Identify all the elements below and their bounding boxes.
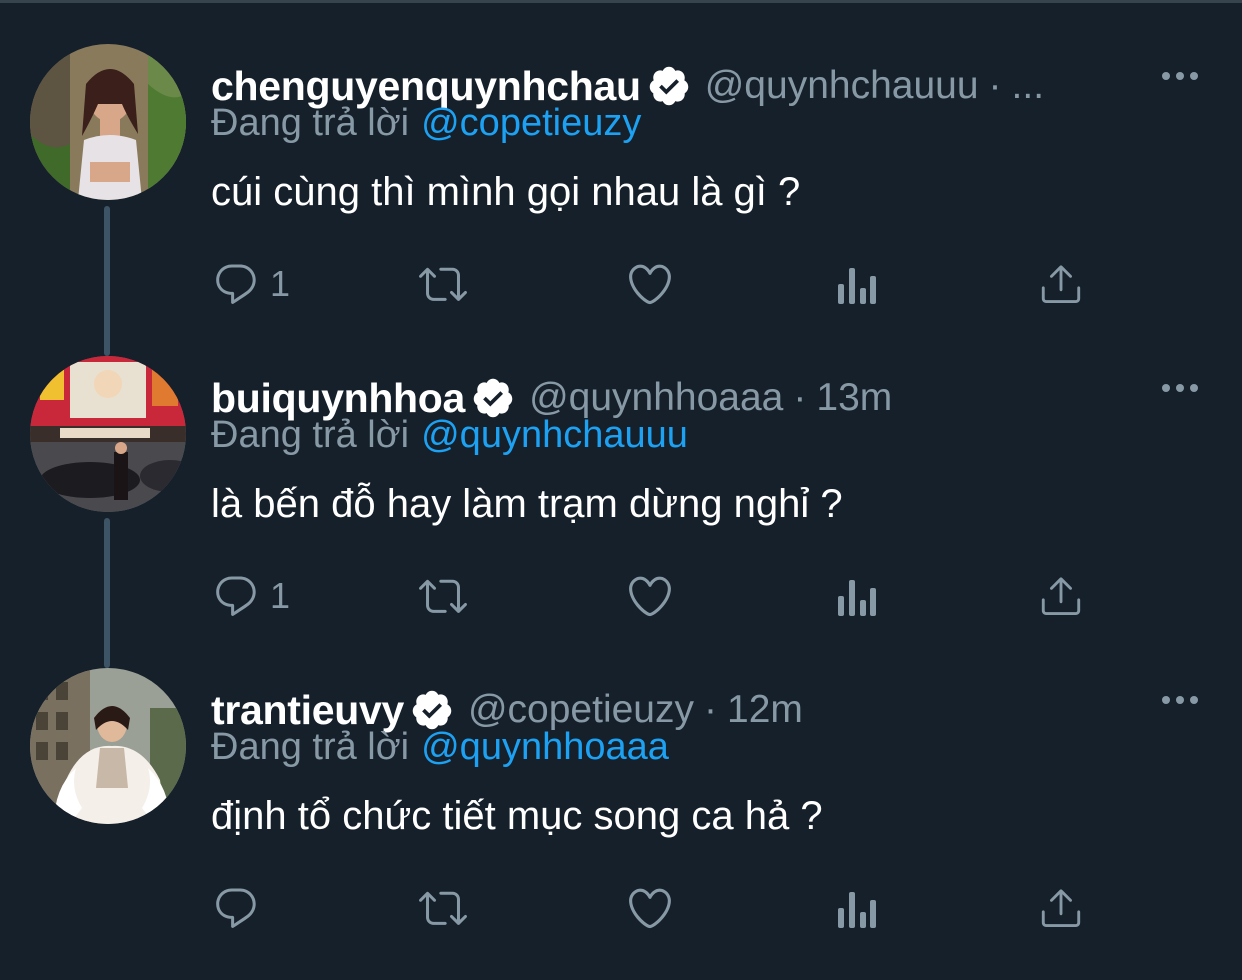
replying-to: Đang trả lời @quynhchauuu xyxy=(211,414,688,457)
reply-button[interactable]: 1 xyxy=(212,256,290,312)
reply-bubble-icon xyxy=(216,888,256,928)
tweet[interactable]: trantieuvy @copetieuzy · 12m Đang trả lờ… xyxy=(0,668,1242,980)
replying-to-label: Đang trả lời xyxy=(211,726,410,768)
heart-icon xyxy=(629,264,671,305)
reply-button[interactable]: 1 xyxy=(212,568,290,624)
tweet-actions: 1 xyxy=(0,568,1242,628)
timestamp[interactable]: ... xyxy=(1012,64,1045,108)
analytics-bars-icon xyxy=(838,268,876,304)
reply-button[interactable] xyxy=(212,880,270,936)
heart-icon xyxy=(629,576,671,617)
tweet-text: định tổ chức tiết mục song ca hả ? xyxy=(211,794,823,838)
reply-bubble-icon xyxy=(216,264,256,304)
retweet-icon xyxy=(419,267,467,301)
replying-to-handle[interactable]: @quynhchauuu xyxy=(421,414,688,456)
avatar[interactable] xyxy=(30,44,186,200)
reply-count: 1 xyxy=(270,575,291,616)
retweet-icon xyxy=(419,579,467,613)
top-divider xyxy=(0,0,1242,3)
more-dots-icon[interactable] xyxy=(1158,690,1202,710)
separator-dot: · xyxy=(704,688,717,731)
share-upload-icon xyxy=(1041,889,1081,928)
more-dots-icon[interactable] xyxy=(1158,66,1202,86)
like-button[interactable] xyxy=(625,256,675,312)
retweet-icon xyxy=(419,891,467,925)
like-button[interactable] xyxy=(625,568,675,624)
analytics-bars-icon xyxy=(838,892,876,928)
reply-count: 1 xyxy=(270,263,291,304)
share-button[interactable] xyxy=(1038,568,1084,624)
replying-to-handle[interactable]: @quynhhoaaa xyxy=(421,726,669,768)
tweet-actions xyxy=(0,880,1242,940)
more-dots-icon[interactable] xyxy=(1158,378,1202,398)
separator-dot: · xyxy=(793,376,807,419)
avatar[interactable] xyxy=(30,356,186,512)
verified-badge-icon xyxy=(647,64,691,108)
avatar[interactable] xyxy=(30,668,186,824)
analytics-button[interactable] xyxy=(834,880,878,936)
retweet-button[interactable] xyxy=(416,568,470,624)
tweet[interactable]: chenguyenquynhchau @quynhchauuu · ... Đa… xyxy=(0,44,1242,356)
like-button[interactable] xyxy=(625,880,675,936)
analytics-button[interactable] xyxy=(834,568,878,624)
analytics-button[interactable] xyxy=(834,256,878,312)
replying-to: Đang trả lời @copetieuzy xyxy=(211,102,641,145)
replying-to-handle[interactable]: @copetieuzy xyxy=(421,102,641,144)
share-button[interactable] xyxy=(1038,256,1084,312)
tweet[interactable]: buiquynhhoa @quynhhoaaa · 13m Đang trả l… xyxy=(0,356,1242,668)
retweet-button[interactable] xyxy=(416,256,470,312)
share-upload-icon xyxy=(1041,577,1081,616)
share-button[interactable] xyxy=(1038,880,1084,936)
replying-to: Đang trả lời @quynhhoaaa xyxy=(211,726,669,769)
tweet-text: cúi cùng thì mình gọi nhau là gì ? xyxy=(211,170,801,214)
user-handle[interactable]: @quynhchauuu xyxy=(705,64,979,108)
separator-dot: · xyxy=(988,64,1002,107)
tweet-text: là bến đỗ hay làm trạm dừng nghỉ ? xyxy=(211,482,843,526)
replying-to-label: Đang trả lời xyxy=(211,102,410,144)
heart-icon xyxy=(629,888,671,929)
share-upload-icon xyxy=(1041,265,1081,304)
retweet-button[interactable] xyxy=(416,880,470,936)
tweet-actions: 1 xyxy=(0,256,1242,316)
reply-bubble-icon xyxy=(216,576,256,616)
analytics-bars-icon xyxy=(838,580,876,616)
timestamp[interactable]: 12m xyxy=(727,688,803,732)
replying-to-label: Đang trả lời xyxy=(211,414,410,456)
timestamp[interactable]: 13m xyxy=(816,376,892,420)
